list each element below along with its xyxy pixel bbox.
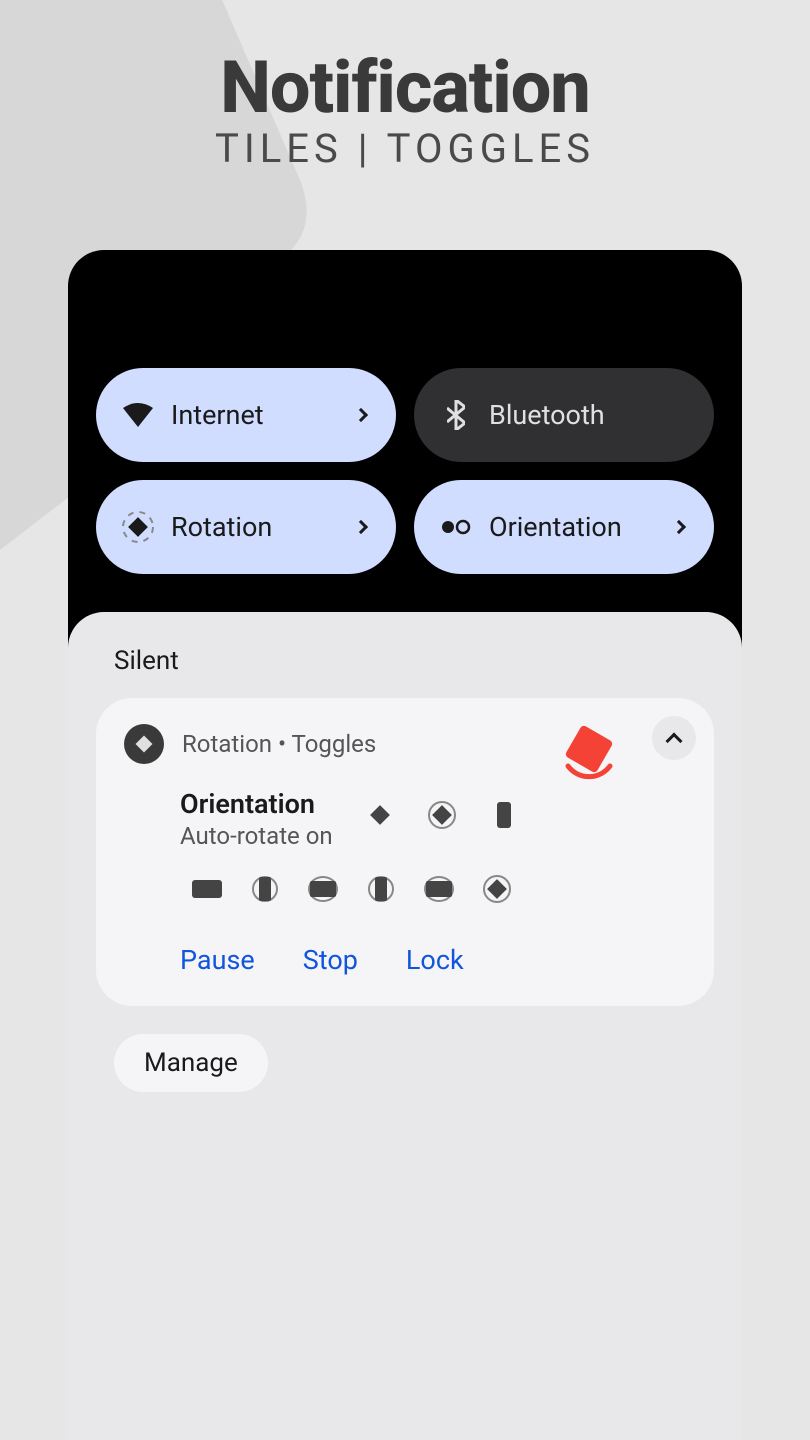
notification-actions: Pause Stop Lock: [180, 944, 686, 976]
diamond-arc-icon[interactable]: [425, 798, 459, 832]
wifi-icon: [122, 399, 154, 431]
chevron-right-icon: [672, 520, 686, 534]
tile-rotation[interactable]: Rotation: [96, 480, 396, 574]
notification-card[interactable]: Rotation • Toggles Orientation Auto-rota…: [96, 698, 714, 1006]
manage-button[interactable]: Manage: [114, 1034, 268, 1092]
orientation-icons-row2: [190, 872, 686, 906]
header-title: Notification: [0, 45, 810, 130]
app-name-label: Rotation • Toggles: [182, 730, 376, 758]
chevron-right-icon: [354, 408, 368, 422]
diamond-icon[interactable]: [363, 798, 397, 832]
tile-label: Rotation: [171, 511, 272, 543]
tile-label: Orientation: [489, 511, 622, 543]
pause-action[interactable]: Pause: [180, 944, 255, 976]
app-icon: [124, 724, 164, 764]
chevron-up-icon: [666, 732, 683, 749]
tile-label: Internet: [171, 399, 264, 431]
notification-content: Orientation Auto-rotate on: [180, 788, 686, 850]
header-subtitle: TILES | TOGGLES: [0, 125, 810, 172]
quick-tiles-container: Internet Bluetooth Rotation: [68, 250, 742, 574]
bluetooth-icon: [440, 399, 472, 431]
portrait-icon[interactable]: [487, 798, 521, 832]
collapse-button[interactable]: [652, 716, 696, 760]
device-frame: Internet Bluetooth Rotation: [68, 250, 742, 1440]
landscape-arc-icon[interactable]: [306, 872, 340, 906]
notification-text: Orientation Auto-rotate on: [180, 788, 333, 850]
tile-internet[interactable]: Internet: [96, 368, 396, 462]
section-label-silent: Silent: [114, 646, 714, 676]
portrait-arc2-icon[interactable]: [364, 872, 398, 906]
stop-action[interactable]: Stop: [303, 944, 358, 976]
portrait-arc-icon[interactable]: [248, 872, 282, 906]
notifications-panel: Silent Rotation • Toggles: [68, 612, 742, 1440]
page-header: Notification TILES | TOGGLES: [0, 0, 810, 172]
notification-title: Orientation: [180, 788, 333, 820]
landscape-arc2-icon[interactable]: [422, 872, 456, 906]
rotation-icon: [122, 511, 154, 543]
chevron-right-icon: [354, 520, 368, 534]
landscape-icon[interactable]: [190, 872, 224, 906]
orientation-icons-row: [363, 798, 521, 832]
tile-bluetooth[interactable]: Bluetooth: [414, 368, 714, 462]
lock-action[interactable]: Lock: [406, 944, 464, 976]
notification-subtitle: Auto-rotate on: [180, 822, 333, 850]
orientation-icon: [440, 511, 472, 543]
tile-orientation[interactable]: Orientation: [414, 480, 714, 574]
tile-label: Bluetooth: [489, 399, 605, 431]
notification-large-icon: [554, 718, 624, 788]
diamond-arc2-icon[interactable]: [480, 872, 514, 906]
